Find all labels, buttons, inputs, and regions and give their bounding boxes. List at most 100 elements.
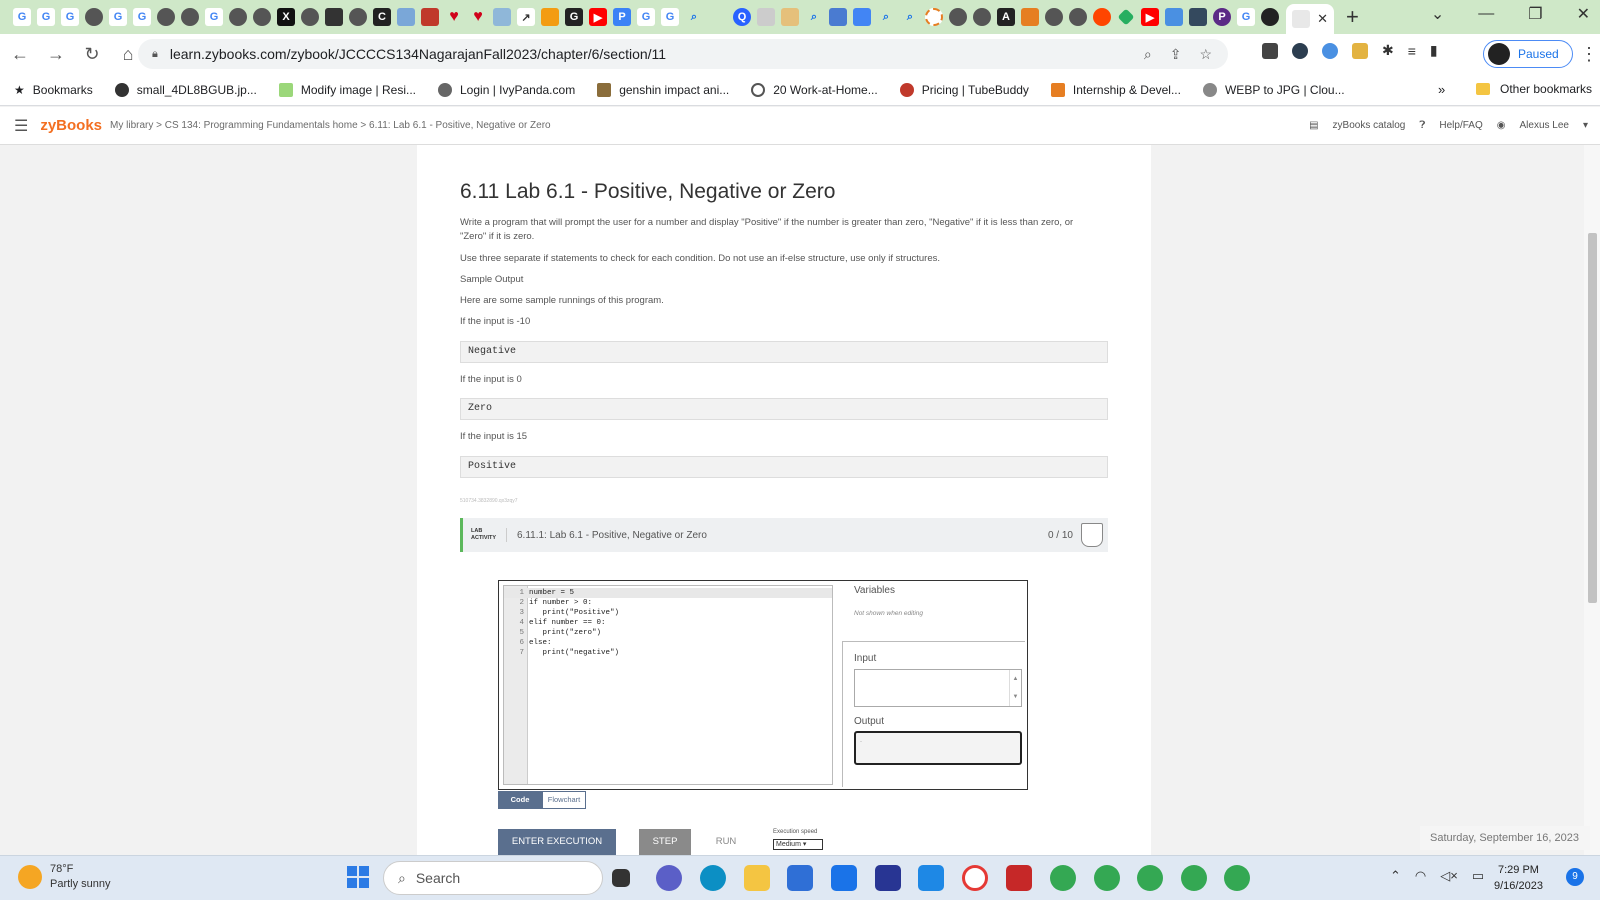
enter-execution-button[interactable]: ENTER EXECUTION <box>498 829 616 855</box>
teams-icon[interactable] <box>656 865 682 891</box>
app-icon[interactable] <box>918 865 944 891</box>
globe-favicon[interactable] <box>349 8 367 26</box>
battery-icon[interactable]: ▭ <box>1472 868 1484 884</box>
search-favicon[interactable]: ⌕ <box>805 8 823 26</box>
extension-icon[interactable] <box>1262 42 1278 59</box>
docs-favicon[interactable] <box>853 8 871 26</box>
active-tab[interactable]: ✕ <box>1286 4 1334 34</box>
pattern-favicon[interactable] <box>1021 8 1039 26</box>
mail-icon[interactable] <box>831 865 857 891</box>
code-line[interactable]: 5 print("zero") <box>504 628 832 638</box>
google-favicon[interactable]: G <box>661 8 679 26</box>
address-bar[interactable]: 🔒︎ learn.zybooks.com/zybook/JCCCCS134Nag… <box>138 39 1228 69</box>
search-favicon[interactable]: ⌕ <box>877 8 895 26</box>
bookmark-item[interactable]: Internship & Devel... <box>1050 82 1181 97</box>
scrollbar-thumb[interactable] <box>1588 233 1597 603</box>
g-favicon[interactable]: G <box>565 8 583 26</box>
tab-flowchart[interactable]: Flowchart <box>542 791 586 809</box>
google-favicon[interactable]: G <box>109 8 127 26</box>
p-favicon[interactable]: P <box>613 8 631 26</box>
globe-favicon[interactable] <box>85 8 103 26</box>
bookmark-item[interactable]: WEBP to JPG | Clou... <box>1202 82 1345 97</box>
extension-icon[interactable] <box>1322 42 1338 59</box>
bookmark-star-icon[interactable]: ☆ <box>1199 46 1212 63</box>
help-icon[interactable]: ❓︎ <box>1419 120 1425 131</box>
google-favicon[interactable]: G <box>205 8 223 26</box>
google-favicon[interactable]: G <box>61 8 79 26</box>
globe-favicon[interactable] <box>949 8 967 26</box>
lock-icon[interactable]: 🔒︎ <box>152 48 158 61</box>
image-favicon[interactable] <box>493 8 511 26</box>
catalog-link[interactable]: zyBooks catalog <box>1333 120 1406 131</box>
bookmark-item[interactable]: small_4DL8BGUB.jp... <box>114 82 257 97</box>
app-icon[interactable] <box>875 865 901 891</box>
forward-icon[interactable]: → <box>40 44 72 65</box>
menu-kebab-icon[interactable]: ⋮ <box>1580 44 1598 65</box>
bookmark-item[interactable]: ★ Bookmarks <box>14 83 93 97</box>
opera-icon[interactable] <box>962 865 988 891</box>
edge-icon[interactable] <box>700 865 726 891</box>
ring-favicon[interactable] <box>925 8 943 26</box>
search-favicon[interactable]: ⌕ <box>901 8 919 26</box>
start-button[interactable] <box>347 866 369 888</box>
chrome-icon[interactable] <box>1224 865 1250 891</box>
code-line[interactable]: 6 else: <box>504 638 832 648</box>
bookmark-item[interactable]: genshin impact ani... <box>597 82 729 97</box>
q-favicon[interactable]: Q <box>733 8 751 26</box>
chart-favicon[interactable]: ↗ <box>517 8 535 26</box>
media-icon[interactable]: ≡ <box>1408 43 1416 59</box>
breadcrumb[interactable]: My library > CS 134: Programming Fundame… <box>110 120 551 131</box>
code-line[interactable]: 2 if number > 0: <box>504 598 832 608</box>
chrome-icon[interactable] <box>1094 865 1120 891</box>
bookmark-item[interactable]: Pricing | TubeBuddy <box>899 82 1029 97</box>
chevron-down-icon[interactable]: ▾ <box>1583 120 1588 131</box>
diamond-favicon[interactable] <box>1117 8 1135 26</box>
user-icon[interactable]: ◉ <box>1497 120 1506 131</box>
pattern-favicon[interactable] <box>541 8 559 26</box>
heart-favicon[interactable]: ♥ <box>469 8 487 26</box>
restore-icon[interactable]: ❐ <box>1528 4 1542 24</box>
reload-icon[interactable]: ↻ <box>76 44 108 65</box>
taskbar-search[interactable]: ⌕ Search <box>383 861 603 895</box>
reddit-favicon[interactable] <box>1093 8 1111 26</box>
globe-favicon[interactable] <box>973 8 991 26</box>
run-button[interactable]: RUN <box>706 829 746 855</box>
globe-favicon[interactable] <box>157 8 175 26</box>
code-line[interactable]: 3 print("Positive") <box>504 608 832 618</box>
execution-speed-select[interactable]: Medium ▾ <box>773 839 823 850</box>
bookmark-item[interactable]: Modify image | Resi... <box>278 82 416 97</box>
flag-favicon[interactable] <box>421 8 439 26</box>
heart-favicon[interactable]: ♥ <box>445 8 463 26</box>
step-button[interactable]: STEP <box>639 829 691 855</box>
help-link[interactable]: Help/FAQ <box>1439 120 1482 131</box>
store-icon[interactable] <box>787 865 813 891</box>
extension-icon[interactable] <box>1352 42 1368 59</box>
github-favicon[interactable] <box>1261 8 1279 26</box>
volume-muted-icon[interactable]: ◁× <box>1440 868 1458 884</box>
app-icon[interactable] <box>1006 865 1032 891</box>
profile-chip[interactable]: Paused <box>1483 40 1573 68</box>
minimize-icon[interactable]: — <box>1478 5 1494 23</box>
p-favicon[interactable]: P <box>1213 8 1231 26</box>
bookmark-item[interactable]: Login | IvyPanda.com <box>438 82 575 97</box>
code-editor[interactable]: 1 number = 5 2 if number > 0: 3 print("Pos… <box>503 585 833 785</box>
blank-favicon[interactable] <box>709 8 727 26</box>
globe-favicon[interactable] <box>1069 8 1087 26</box>
zybooks-logo[interactable]: zyBooks <box>40 117 102 134</box>
search-favicon[interactable]: ⌕ <box>685 8 703 26</box>
x-favicon[interactable]: X <box>277 8 295 26</box>
code-line[interactable]: 4 elif number == 0: <box>504 618 832 628</box>
link-favicon[interactable] <box>829 8 847 26</box>
youtube-favicon[interactable]: ▶ <box>1141 8 1159 26</box>
a-favicon[interactable]: A <box>997 8 1015 26</box>
globe-favicon[interactable] <box>1045 8 1063 26</box>
more-bookmarks-icon[interactable]: » <box>1438 82 1445 97</box>
chrome-icon[interactable] <box>1181 865 1207 891</box>
c-favicon[interactable]: C <box>373 8 391 26</box>
globe-favicon[interactable] <box>181 8 199 26</box>
globe-favicon[interactable] <box>229 8 247 26</box>
app-favicon[interactable] <box>1165 8 1183 26</box>
taskview-icon[interactable] <box>612 869 630 887</box>
input-scrollbar[interactable]: ▲ ▼ <box>1009 670 1021 706</box>
weather-widget[interactable]: 78°F Partly sunny <box>18 862 111 892</box>
